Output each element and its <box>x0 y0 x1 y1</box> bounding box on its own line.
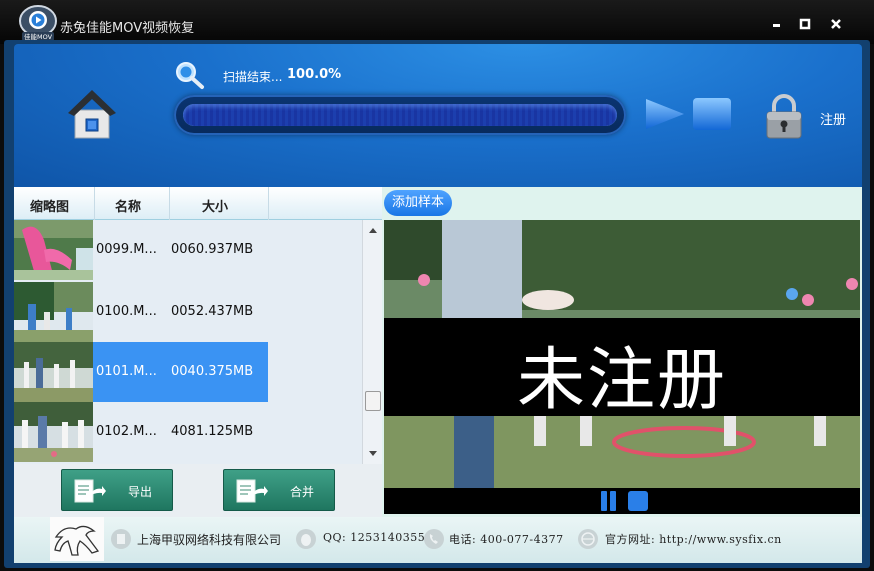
scan-toolbar: 扫描结束... 100.0% 注册 <box>14 44 862 187</box>
merge-icon <box>236 479 268 503</box>
company-icon <box>111 529 131 549</box>
website-link[interactable]: 官方网址: http://www.sysfix.cn <box>605 531 782 547</box>
export-button[interactable]: 导出 <box>61 469 173 511</box>
action-bar: 导出 合并 <box>14 464 382 517</box>
company-logo <box>50 517 104 561</box>
company-name: 上海甲驭网络科技有限公司 <box>137 533 282 547</box>
footer: 上海甲驭网络科技有限公司 QQ: 1253140355 电话: 400-077-… <box>14 517 862 563</box>
scan-progress-bar <box>174 95 626 135</box>
merge-button[interactable]: 合并 <box>223 469 335 511</box>
stop-icon[interactable] <box>691 96 733 132</box>
scroll-thumb[interactable] <box>365 391 381 411</box>
file-row[interactable]: 0101.M... 0040.375MB <box>14 342 268 402</box>
file-list-scrollbar[interactable] <box>362 220 382 464</box>
export-icon <box>74 479 106 503</box>
column-size[interactable]: 大小 <box>202 196 228 215</box>
merge-label: 合并 <box>290 485 315 499</box>
title-bar: 佳能MOV 赤兔佳能MOV视频恢复 <box>0 0 874 44</box>
minimize-button[interactable] <box>767 14 787 34</box>
scroll-down-icon[interactable] <box>369 451 377 456</box>
playback-bar <box>384 488 860 514</box>
home-icon[interactable] <box>66 86 118 140</box>
maximize-button[interactable] <box>795 14 815 34</box>
lock-icon[interactable] <box>763 92 805 140</box>
video-thumbnail <box>14 282 93 342</box>
progress-fill <box>183 104 617 126</box>
pause-icon[interactable] <box>598 490 620 512</box>
scroll-up-icon[interactable] <box>369 228 377 233</box>
video-preview: 未注册 <box>384 220 860 488</box>
app-logo: 佳能MOV <box>19 5 57 41</box>
scan-percent: 100.0% <box>287 67 342 82</box>
phone-number: 电话: 400-077-4377 <box>449 533 564 546</box>
export-label: 导出 <box>128 485 153 499</box>
file-row[interactable]: 0100.M... 0052.437MB <box>14 282 268 342</box>
file-name: 0099.M... <box>96 242 157 257</box>
video-thumbnail <box>14 220 93 280</box>
preview-panel: 添加样本 未注册 <box>382 187 862 517</box>
play-icon[interactable] <box>644 96 686 132</box>
column-divider <box>94 187 95 220</box>
file-name: 0100.M... <box>96 304 157 319</box>
video-thumbnail <box>14 402 93 462</box>
file-row[interactable]: 0102.M... 4081.125MB <box>14 402 268 462</box>
phone-icon <box>424 529 444 549</box>
close-button[interactable] <box>826 14 846 34</box>
search-icon <box>176 62 204 89</box>
progress-track <box>183 104 617 126</box>
file-size: 0040.375MB <box>171 364 254 379</box>
column-divider <box>169 187 170 220</box>
file-name: 0102.M... <box>96 424 157 439</box>
file-row[interactable]: 0099.M... 0060.937MB <box>14 220 268 280</box>
file-name: 0101.M... <box>96 364 157 379</box>
column-name[interactable]: 名称 <box>115 196 141 215</box>
qq-icon <box>296 529 316 549</box>
qq-number: QQ: 1253140355 <box>323 531 426 544</box>
column-thumbnail[interactable]: 缩略图 <box>30 196 69 215</box>
file-size: 0060.937MB <box>171 242 254 257</box>
file-size: 4081.125MB <box>171 424 254 439</box>
column-divider <box>268 187 269 220</box>
file-list-header: 缩略图 名称 大小 <box>14 187 382 220</box>
stop-icon[interactable] <box>627 490 649 512</box>
globe-icon <box>578 529 598 549</box>
video-thumbnail <box>14 342 93 402</box>
register-button[interactable]: 注册 <box>820 109 846 128</box>
file-list-panel: 缩略图 名称 大小 0099.M... 0060.937MB 0100.M...… <box>14 187 382 517</box>
add-sample-button[interactable]: 添加样本 <box>384 190 452 216</box>
file-size: 0052.437MB <box>171 304 254 319</box>
window-title: 赤兔佳能MOV视频恢复 <box>60 21 195 36</box>
scan-status-text: 扫描结束... <box>223 70 283 84</box>
watermark-text: 未注册 <box>516 341 727 420</box>
file-list: 0099.M... 0060.937MB 0100.M... 0052.437M… <box>14 220 362 464</box>
